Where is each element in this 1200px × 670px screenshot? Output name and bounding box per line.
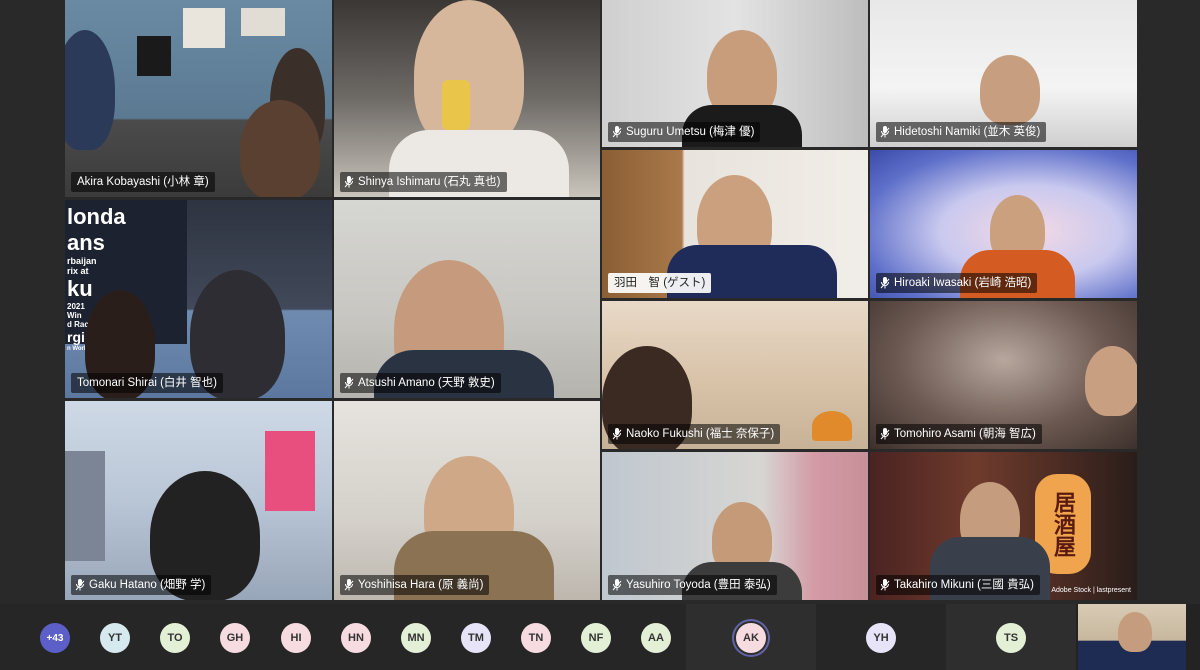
wall-art (241, 8, 285, 36)
participant-name-label: Hiroaki Iwasaki (岩崎 浩昭) (876, 273, 1038, 293)
mic-icon (612, 126, 622, 138)
participant-avatar[interactable]: TO (160, 623, 190, 653)
video-grid: Akira Kobayashi (小林 章) londa ans rbaijan… (0, 0, 1200, 604)
participant-name-label: Akira Kobayashi (小林 章) (71, 172, 215, 192)
participant-roster: +43 YT TO GH HI HN MN TM TN NF AA AK YH … (0, 604, 1200, 670)
participant-avatar[interactable]: YT (100, 623, 130, 653)
mic-icon (880, 277, 890, 289)
mic-icon (880, 428, 890, 440)
participant-name-label: Shinya Ishimaru (石丸 真也) (340, 172, 507, 192)
video-tile[interactable]: Shinya Ishimaru (石丸 真也) (334, 0, 600, 197)
video-tile[interactable]: Atsushi Amano (天野 敦史) (334, 200, 600, 398)
video-tile[interactable]: londa ans rbaijan rix at ku 2021 Win d R… (65, 200, 332, 398)
participant-name-label: Naoko Fukushi (福士 奈保子) (608, 424, 781, 444)
video-tile[interactable]: Yasuhiro Toyoda (豊田 泰弘) (602, 452, 868, 600)
mic-icon (344, 377, 354, 389)
participant-name-label: Takahiro Mikuni (三國 貴弘) (876, 575, 1040, 595)
video-tile[interactable]: Akira Kobayashi (小林 章) (65, 0, 332, 197)
participant-avatar[interactable]: TN (521, 623, 551, 653)
participant-name-label: Atsushi Amano (天野 敦史) (340, 373, 501, 393)
mic-icon (880, 126, 890, 138)
decoration (812, 411, 852, 441)
participant-name-label: Yasuhiro Toyoda (豊田 泰弘) (608, 575, 777, 595)
video-tile[interactable]: Yoshihisa Hara (原 義尚) (334, 401, 600, 600)
participant-avatar[interactable]: AK (736, 623, 766, 653)
video-tile[interactable]: Hiroaki Iwasaki (岩崎 浩昭) (870, 150, 1137, 298)
participant-face (1085, 346, 1137, 416)
pink-sign (265, 431, 315, 511)
video-tile[interactable]: Tomohiro Asami (朝海 智広) (870, 301, 1137, 449)
mic-icon (612, 428, 622, 440)
participant-name-label: Suguru Umetsu (梅津 優) (608, 122, 761, 142)
wall-art (183, 8, 225, 48)
participant-avatar[interactable]: NF (581, 623, 611, 653)
video-tile[interactable]: Suguru Umetsu (梅津 優) (602, 0, 868, 147)
participant-avatar[interactable]: MN (401, 623, 431, 653)
participant-avatar[interactable]: GH (220, 623, 250, 653)
self-video-preview[interactable] (1078, 604, 1186, 670)
video-tile[interactable]: 居酒屋 Adobe Stock | lastpresent Takahiro M… (870, 452, 1137, 600)
mic-icon (344, 579, 354, 591)
video-tile[interactable]: Gaku Hatano (畑野 学) (65, 401, 332, 600)
video-tile[interactable]: Naoko Fukushi (福士 奈保子) (602, 301, 868, 449)
participant-name-label: Yoshihisa Hara (原 義尚) (340, 575, 490, 595)
participant-name-label: Hidetoshi Namiki (並木 英俊) (876, 122, 1047, 142)
participant-name-label: Tomonari Shirai (白井 智也) (71, 373, 223, 393)
mic-icon (75, 579, 85, 591)
participant-face (980, 55, 1040, 125)
participant-avatar[interactable]: HI (281, 623, 311, 653)
video-tile[interactable]: Hidetoshi Namiki (並木 英俊) (870, 0, 1137, 147)
video-tile[interactable]: 羽田 智 (ゲスト) (602, 150, 868, 298)
participant-face (414, 0, 524, 150)
participant-avatar[interactable]: TS (996, 623, 1026, 653)
mic-icon (612, 579, 622, 591)
participant-face (1118, 612, 1152, 652)
overflow-participants-button[interactable]: +43 (40, 623, 70, 653)
participant-avatar[interactable]: TM (461, 623, 491, 653)
participant-avatar[interactable]: HN (341, 623, 371, 653)
mic-icon (880, 579, 890, 591)
participant-name-label: Gaku Hatano (畑野 学) (71, 575, 212, 595)
participant-name-label: 羽田 智 (ゲスト) (608, 273, 712, 293)
participant-figure (240, 100, 320, 197)
stock-credit: Adobe Stock | lastpresent (1051, 587, 1131, 594)
mic-icon (344, 176, 354, 188)
robot-figure (65, 451, 105, 561)
participant-avatar[interactable]: YH (866, 623, 896, 653)
beer-can (442, 80, 470, 130)
participant-name-label: Tomohiro Asami (朝海 智広) (876, 424, 1042, 444)
participant-avatar[interactable]: AA (641, 623, 671, 653)
wall-art (137, 36, 171, 76)
